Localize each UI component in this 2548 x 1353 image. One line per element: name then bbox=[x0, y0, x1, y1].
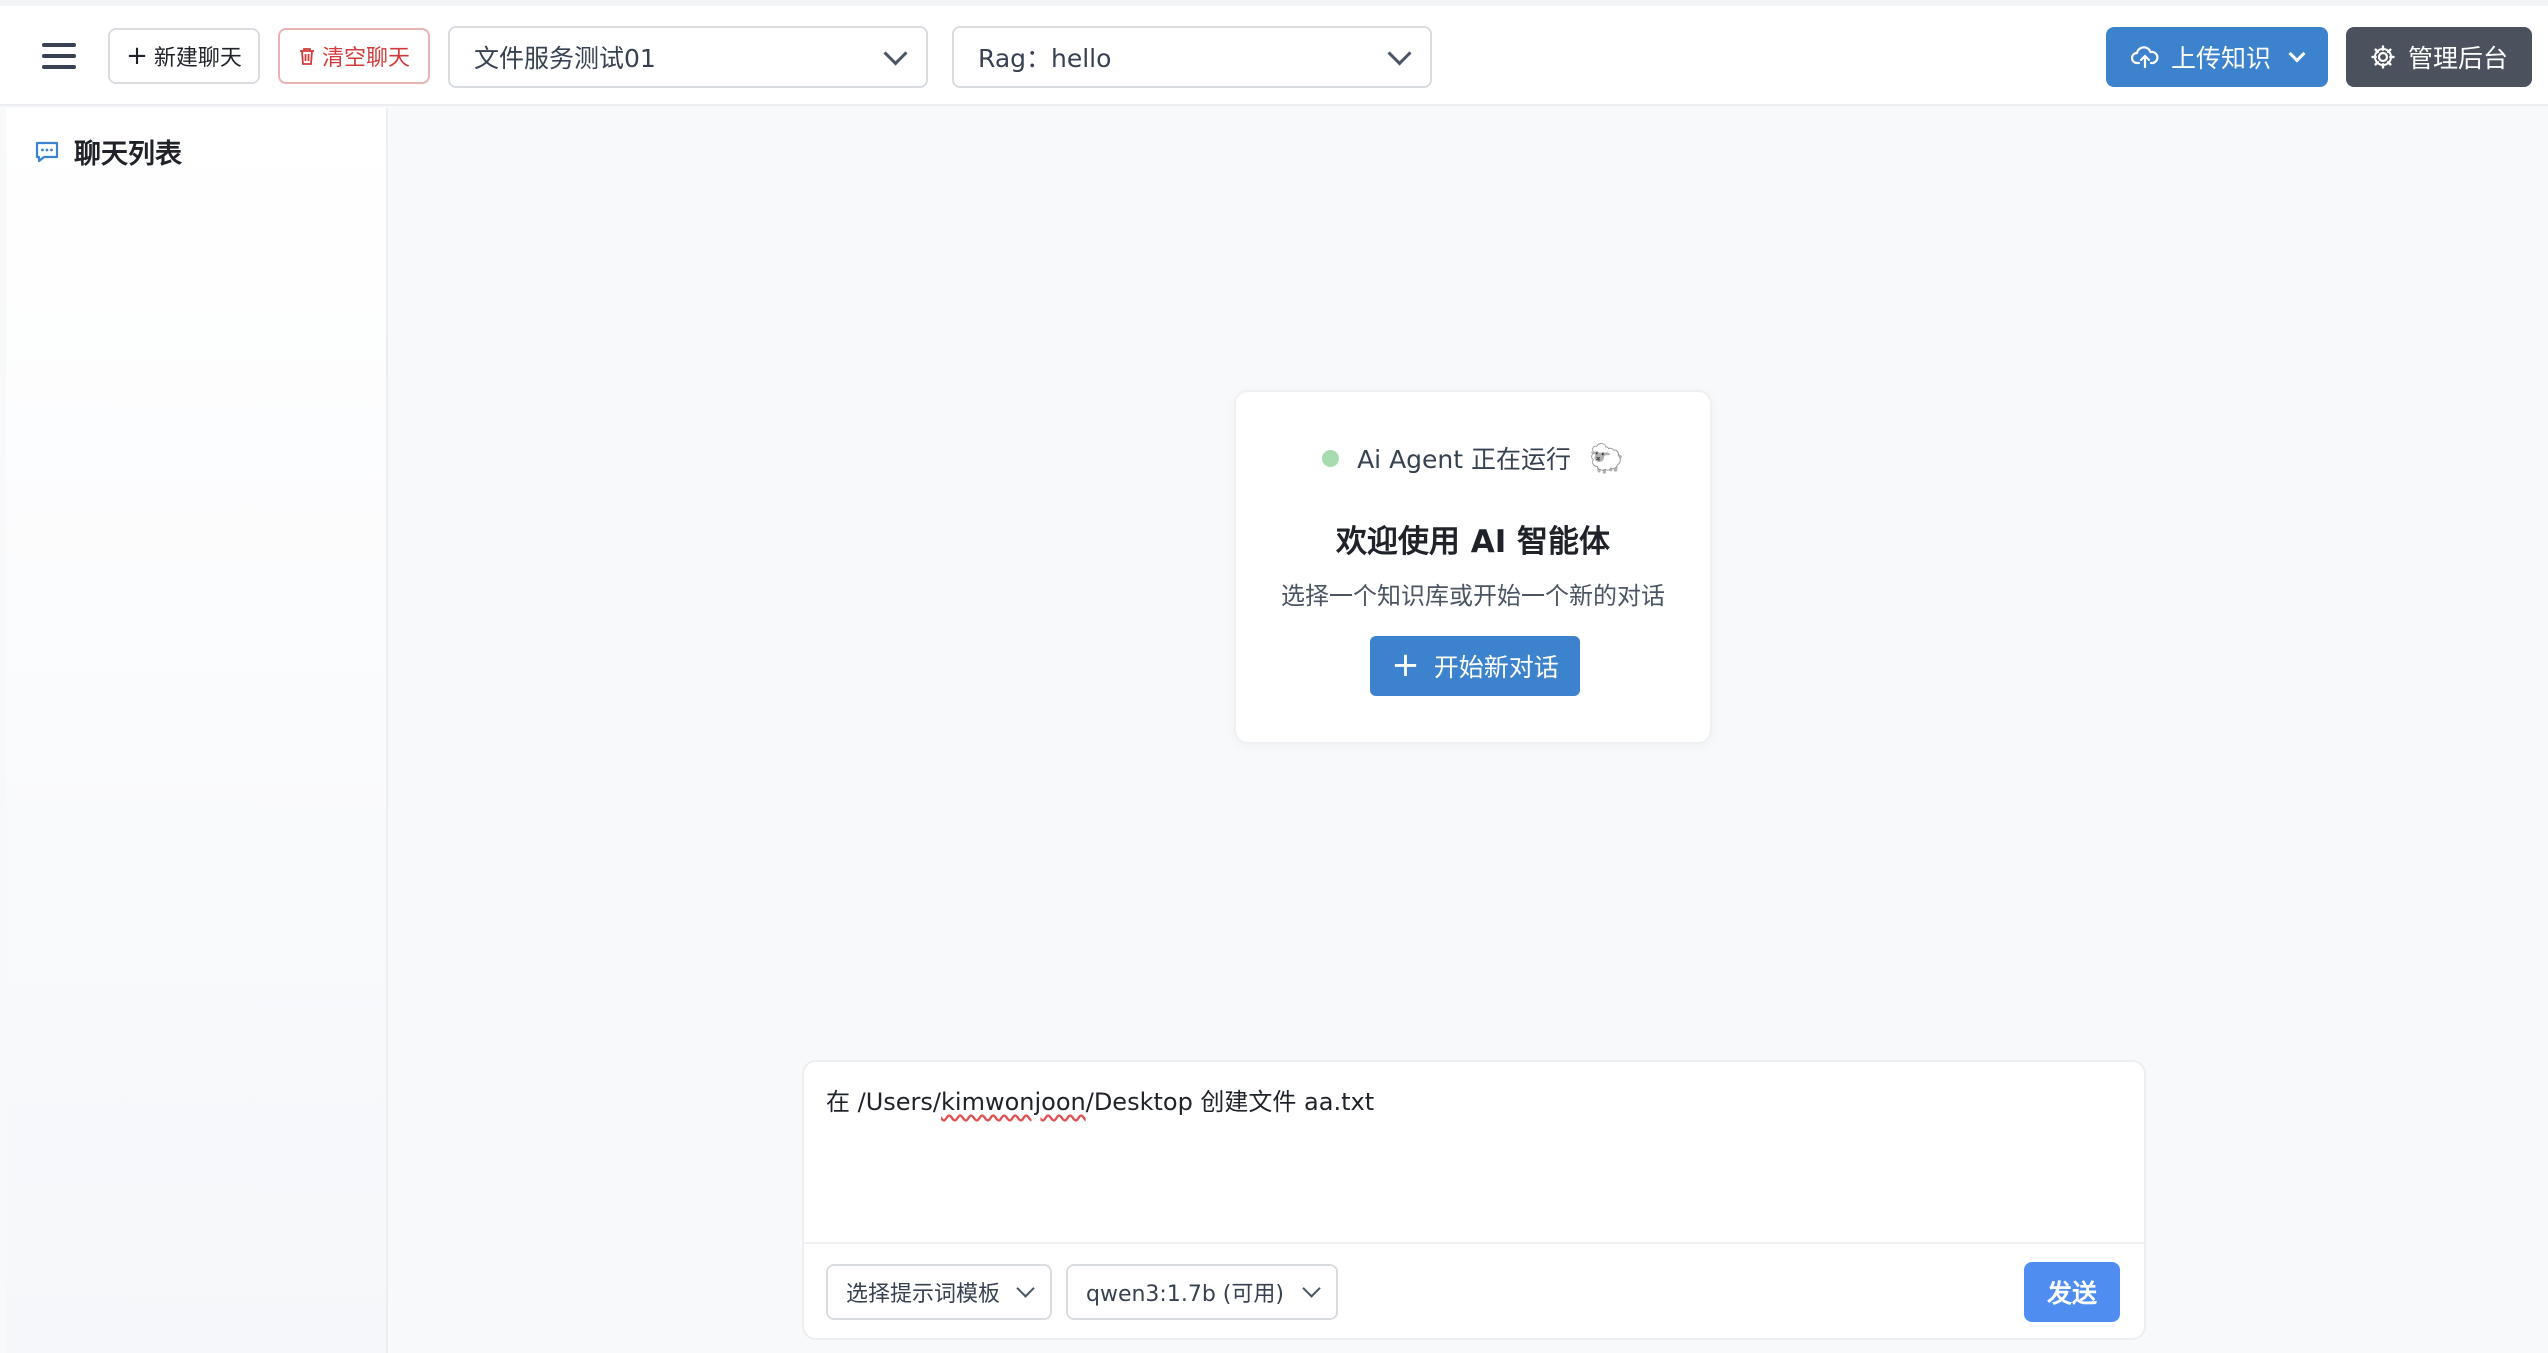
status-dot-icon bbox=[1322, 449, 1340, 467]
knowledge-base-value: 文件服务测试01 bbox=[474, 44, 656, 73]
message-input[interactable]: 在 /Users/kimwonjoon/Desktop 创建文件 aa.txt bbox=[826, 1082, 1374, 1117]
rag-value: Rag：hello bbox=[978, 44, 1112, 73]
prompt-template-value: 选择提示词模板 bbox=[846, 1282, 1001, 1307]
plus-icon: + bbox=[126, 41, 148, 71]
top-edge bbox=[0, 0, 2548, 6]
chat-list-sidebar: 聊天列表 bbox=[6, 108, 388, 1353]
gear-icon bbox=[2371, 45, 2395, 69]
welcome-subtitle: 选择一个知识库或开始一个新的对话 bbox=[1281, 582, 1665, 610]
chevron-down-icon bbox=[2288, 45, 2306, 63]
chevron-down-icon bbox=[883, 40, 908, 66]
composer-divider bbox=[804, 1242, 2144, 1244]
send-label: 发送 bbox=[2046, 1279, 2097, 1308]
upload-knowledge-button[interactable]: 上传知识 bbox=[2106, 27, 2328, 87]
rag-select[interactable]: Rag：hello bbox=[952, 26, 1432, 88]
plus-icon: + bbox=[1391, 644, 1420, 685]
welcome-title: 欢迎使用 AI 智能体 bbox=[1335, 524, 1611, 560]
message-text-prefix: 在 /Users/ bbox=[826, 1088, 942, 1116]
model-select[interactable]: qwen3:1.7b (可用) bbox=[1066, 1264, 1338, 1320]
chevron-down-icon bbox=[1387, 40, 1412, 66]
start-new-chat-label: 开始新对话 bbox=[1433, 653, 1559, 682]
upload-label: 上传知识 bbox=[2170, 44, 2271, 73]
new-chat-label: 新建聊天 bbox=[153, 46, 242, 71]
clear-chat-label: 清空聊天 bbox=[321, 46, 410, 71]
chevron-down-icon bbox=[1302, 1278, 1321, 1298]
message-text-suffix: /Desktop 创建文件 aa.txt bbox=[1085, 1088, 1375, 1116]
start-new-chat-button[interactable]: + 开始新对话 bbox=[1370, 636, 1580, 696]
top-toolbar: + 新建聊天 清空聊天 文件服务测试01 Rag：hello 上传知识 管理后台 bbox=[0, 0, 2548, 106]
message-text-misspelled: kimwonjoon bbox=[941, 1088, 1086, 1116]
cloud-upload-icon bbox=[2130, 46, 2159, 69]
admin-label: 管理后台 bbox=[2407, 44, 2508, 73]
prompt-template-select[interactable]: 选择提示词模板 bbox=[826, 1264, 1052, 1320]
sidebar-title: 聊天列表 bbox=[74, 139, 182, 170]
welcome-card: Ai Agent 正在运行 🐑 欢迎使用 AI 智能体 选择一个知识库或开始一个… bbox=[1234, 390, 1712, 744]
admin-console-button[interactable]: 管理后台 bbox=[2346, 27, 2532, 87]
clear-chat-button[interactable]: 清空聊天 bbox=[278, 28, 430, 84]
new-chat-button[interactable]: + 新建聊天 bbox=[108, 28, 260, 84]
hamburger-menu-icon[interactable] bbox=[36, 36, 82, 76]
agent-status: Ai Agent 正在运行 🐑 bbox=[1236, 440, 1710, 476]
sidebar-header: 聊天列表 bbox=[34, 132, 182, 171]
knowledge-base-select[interactable]: 文件服务测试01 bbox=[448, 26, 928, 88]
agent-status-text: Ai Agent 正在运行 bbox=[1357, 445, 1572, 474]
message-composer: 在 /Users/kimwonjoon/Desktop 创建文件 aa.txt … bbox=[802, 1060, 2146, 1340]
chevron-down-icon bbox=[1016, 1278, 1035, 1298]
trash-icon bbox=[299, 48, 314, 65]
sheep-icon: 🐑 bbox=[1589, 441, 1624, 475]
chat-bubble-icon bbox=[35, 141, 59, 162]
send-button[interactable]: 发送 bbox=[2024, 1262, 2120, 1322]
model-value: qwen3:1.7b (可用) bbox=[1086, 1282, 1284, 1307]
